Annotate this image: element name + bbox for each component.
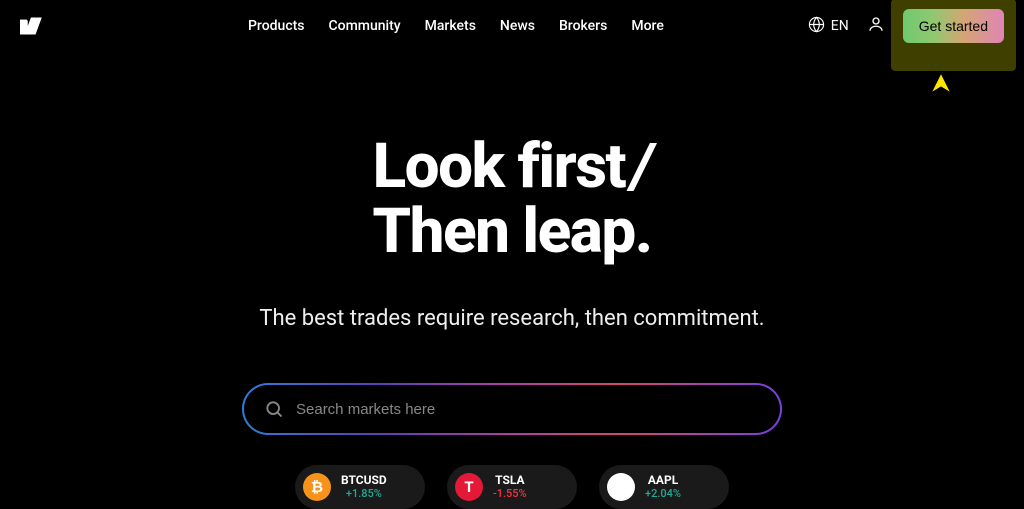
nav-news[interactable]: News	[500, 18, 535, 34]
search-input[interactable]	[296, 401, 760, 418]
headline-line1: Look first	[373, 130, 626, 203]
user-icon	[867, 15, 885, 37]
ticker-change: +2.04%	[645, 488, 681, 501]
cta-highlight: Get started	[891, 0, 1016, 71]
ticker-aapl[interactable]: AAPL +2.04%	[599, 465, 729, 509]
bitcoin-icon: ₿	[303, 473, 331, 501]
hero: Look first/ Then leap. The best trades r…	[0, 52, 1024, 509]
ticker-btcusd[interactable]: ₿ BTCUSD +1.85%	[295, 465, 425, 509]
ticker-symbol: TSLA	[493, 474, 527, 488]
nav-brokers[interactable]: Brokers	[559, 18, 607, 34]
logo[interactable]	[20, 17, 48, 35]
ticker-change: +1.85%	[341, 488, 387, 501]
main-nav: Products Community Markets News Brokers …	[248, 18, 664, 34]
ticker-symbol: AAPL	[645, 474, 681, 488]
globe-icon	[808, 16, 825, 37]
nav-markets[interactable]: Markets	[425, 18, 476, 34]
ticker-change: -1.55%	[493, 488, 527, 501]
ticker-tsla[interactable]: T TSLA -1.55%	[447, 465, 577, 509]
ticker-symbol: BTCUSD	[341, 474, 387, 488]
headline-line2: Then leap.	[372, 195, 651, 268]
headline-slash: /	[631, 130, 651, 203]
header-right: EN Get started	[808, 9, 1004, 43]
ticker-row: ₿ BTCUSD +1.85% T TSLA -1.55% AAPL +2.04…	[0, 465, 1024, 509]
language-code: EN	[831, 18, 849, 34]
user-menu[interactable]	[867, 15, 885, 37]
language-selector[interactable]: EN	[808, 16, 849, 37]
search-bar[interactable]	[242, 383, 782, 435]
apple-icon	[607, 473, 635, 501]
header: Products Community Markets News Brokers …	[0, 0, 1024, 52]
headline: Look first/ Then leap.	[0, 134, 1024, 264]
search-icon	[264, 399, 284, 419]
nav-more[interactable]: More	[631, 18, 664, 34]
nav-products[interactable]: Products	[248, 18, 305, 34]
nav-community[interactable]: Community	[329, 18, 401, 34]
subhead: The best trades require research, then c…	[0, 306, 1024, 331]
get-started-button[interactable]: Get started	[903, 9, 1004, 43]
tesla-icon: T	[455, 473, 483, 501]
